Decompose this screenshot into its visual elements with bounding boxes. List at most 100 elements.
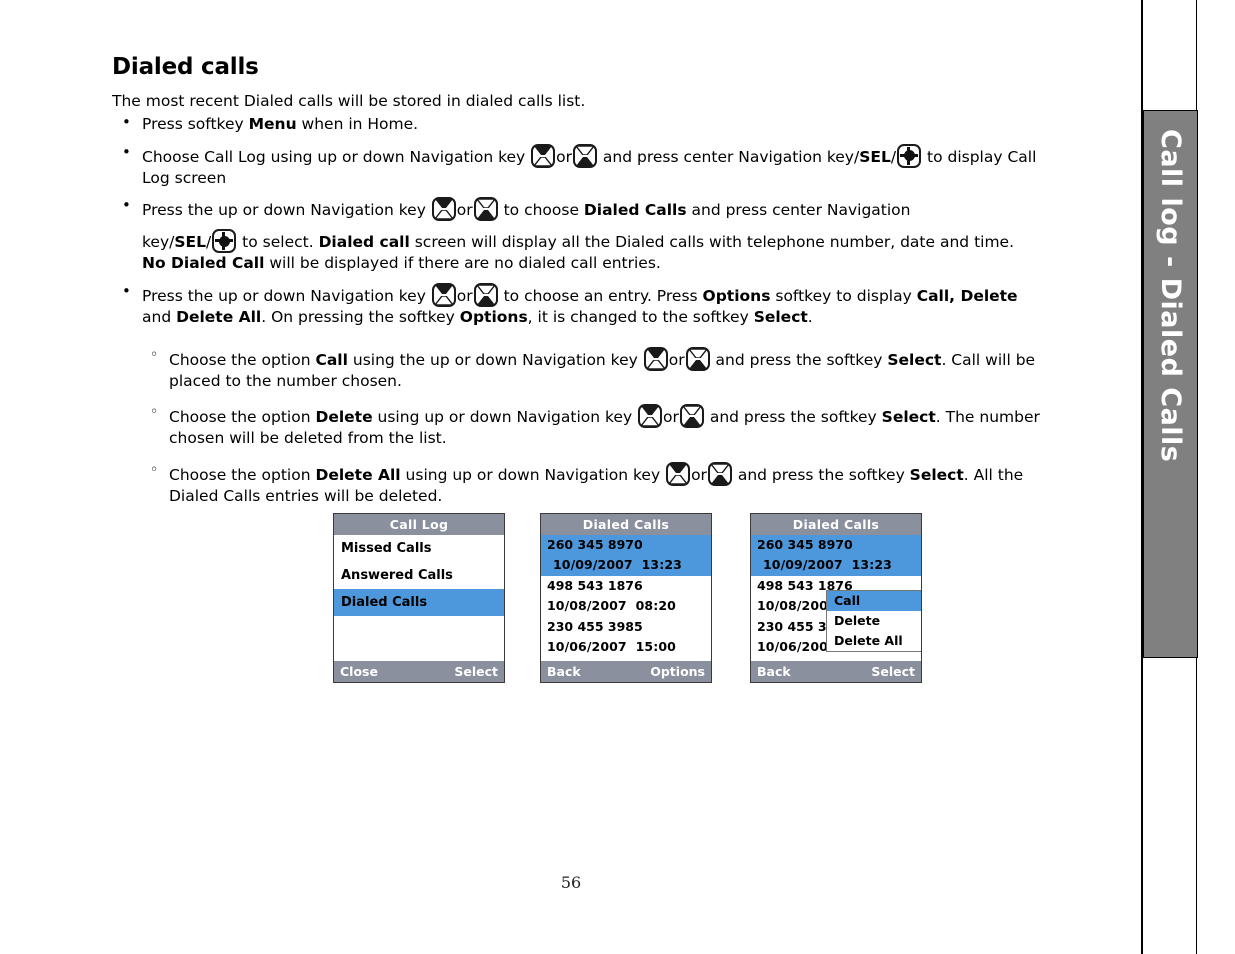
navigation-key-up-icon (531, 143, 556, 168)
conjunction-or: or (456, 286, 473, 305)
navigation-key-down-icon (473, 197, 498, 222)
popup-item-delete-all[interactable]: Delete All (827, 631, 921, 651)
screen-title: Dialed Calls (541, 514, 711, 535)
navigation-key-up-icon (643, 347, 668, 372)
popup-item-delete[interactable]: Delete (827, 611, 921, 631)
step-text: to select. (237, 233, 319, 252)
instruction-list: Press softkey Menu when in Home. Choose … (112, 113, 1042, 327)
softkey-left[interactable]: Back (547, 661, 581, 682)
navigation-key-down-icon (473, 282, 498, 307)
step-emphasis: Options (459, 307, 528, 326)
screen-title: Call Log (334, 514, 504, 535)
navigation-key-down-icon (573, 143, 597, 168)
conjunction-or: or (456, 201, 473, 220)
intro-paragraph: The most recent Dialed calls will be sto… (112, 92, 586, 111)
list-item: Choose the option Delete All using up or… (112, 461, 1042, 506)
softkey-left[interactable]: Back (757, 661, 791, 682)
step-text: using up or down Navigation key (400, 465, 666, 484)
step-text: Press softkey (142, 115, 249, 134)
step-emphasis: Options (702, 286, 771, 305)
step-emphasis: Select (909, 465, 964, 484)
step-text: softkey to display (770, 286, 917, 305)
step-text: . On pressing the softkey (261, 307, 460, 326)
conjunction-or: or (691, 465, 707, 484)
step-text: , it is changed to the softkey (527, 307, 754, 326)
call-datetime: 10/09/2007 13:23 (763, 557, 892, 572)
phone-screen-figures: Call Log Missed Calls Answered Calls Dia… (0, 513, 1142, 693)
list-item: Press softkey Menu when in Home. (112, 113, 1042, 134)
softkey-right[interactable]: Select (454, 661, 498, 682)
list-item: Press the up or down Navigation key or t… (112, 196, 1042, 273)
option-list: Choose the option Call using the up or d… (112, 346, 1042, 506)
step-text: . (807, 307, 813, 326)
phone-screen-call-log: Call Log Missed Calls Answered Calls Dia… (333, 513, 505, 683)
call-datetime: 10/06/2007 15:00 (547, 639, 676, 654)
step-text: Choose the option (169, 465, 316, 484)
step-emphasis: Delete All (315, 465, 401, 484)
call-number: 498 543 1876 (547, 578, 643, 593)
list-item: Choose Call Log using up or down Navigat… (112, 143, 1042, 188)
softkey-bar: Back Select (751, 661, 921, 682)
step-text: Choose the option (169, 408, 316, 427)
list-item[interactable]: Missed Calls (334, 535, 504, 562)
navigation-key-center-icon (897, 143, 922, 168)
screen-body: 260 345 8970 10/09/2007 13:23 498 543 18… (751, 535, 921, 662)
step-text: will be displayed if there are no dialed… (264, 254, 661, 273)
step-text: Press the up or down Navigation key (142, 286, 431, 305)
list-item-selected[interactable]: Dialed Calls (334, 589, 504, 616)
call-entry[interactable]: 498 543 1876 10/08/2007 08:20 (541, 576, 711, 617)
list-item: Choose the option Delete using up or dow… (112, 403, 1042, 448)
step-text: using the up or down Navigation key (347, 351, 643, 370)
phone-screen-dialed-calls: Dialed Calls 260 345 8970 10/09/2007 13:… (540, 513, 712, 683)
call-number: 260 345 8970 (757, 537, 853, 552)
step-text: and press center Navigation key/ (598, 147, 860, 166)
navigation-key-up-icon (431, 282, 456, 307)
conjunction-or: or (556, 147, 572, 166)
step-text: when in Home. (296, 115, 419, 134)
softkey-right[interactable]: Select (871, 661, 915, 682)
softkey-right[interactable]: Options (650, 661, 705, 682)
step-text: and (142, 307, 177, 326)
screen-title: Dialed Calls (751, 514, 921, 535)
list-item: Choose the option Call using the up or d… (112, 346, 1042, 391)
step-emphasis: Dialed call (318, 233, 410, 252)
softkey-bar: Back Options (541, 661, 711, 682)
popup-item-call[interactable]: Call (827, 591, 921, 611)
step-text: to choose an entry. Press (498, 286, 703, 305)
step-continuation: key/SEL/ to select. Dialed call screen w… (142, 229, 1042, 273)
call-number: 260 345 8970 (547, 537, 643, 552)
step-text: and press the softkey (732, 465, 910, 484)
navigation-key-down-icon (707, 461, 732, 486)
step-emphasis: Call, Delete (916, 286, 1018, 305)
list-item[interactable]: Answered Calls (334, 562, 504, 589)
page-number: 56 (560, 873, 582, 892)
conjunction-or: or (663, 408, 679, 427)
step-text: screen will display all the Dialed calls… (409, 233, 1015, 252)
navigation-key-up-icon (638, 404, 663, 429)
phone-screen-dialed-calls-options: Dialed Calls 260 345 8970 10/09/2007 13:… (750, 513, 922, 683)
step-text: Choose Call Log using up or down Navigat… (142, 147, 531, 166)
step-emphasis: Delete All (176, 307, 262, 326)
call-entry-selected[interactable]: 260 345 8970 10/09/2007 13:23 (751, 535, 921, 576)
call-number: 230 455 3985 (547, 619, 643, 634)
step-text: and press the softkey (704, 408, 882, 427)
step-text: / (206, 233, 212, 252)
step-emphasis: SEL (859, 147, 891, 166)
step-text: / (890, 147, 897, 166)
conjunction-or: or (668, 351, 685, 370)
navigation-key-up-icon (431, 197, 456, 222)
step-text: key/ (142, 233, 175, 252)
list-item: Press the up or down Navigation key or t… (112, 282, 1042, 327)
step-emphasis: SEL (174, 233, 206, 252)
softkey-left[interactable]: Close (340, 661, 378, 682)
call-entry-selected[interactable]: 260 345 8970 10/09/2007 13:23 (541, 535, 711, 576)
call-datetime: 10/08/2007 08:20 (547, 598, 676, 613)
document-body: Dialed calls The most recent Dialed call… (112, 0, 1042, 506)
section-tab: Call log - Dialed Calls (1143, 110, 1198, 658)
step-emphasis: Call (315, 351, 348, 370)
step-emphasis: Dialed Calls (583, 201, 687, 220)
options-popup-menu: Call Delete Delete All (826, 590, 921, 652)
call-entry[interactable]: 230 455 3985 10/06/2007 15:00 (541, 617, 711, 658)
step-text: to choose (498, 201, 584, 220)
navigation-key-up-icon (666, 461, 691, 486)
